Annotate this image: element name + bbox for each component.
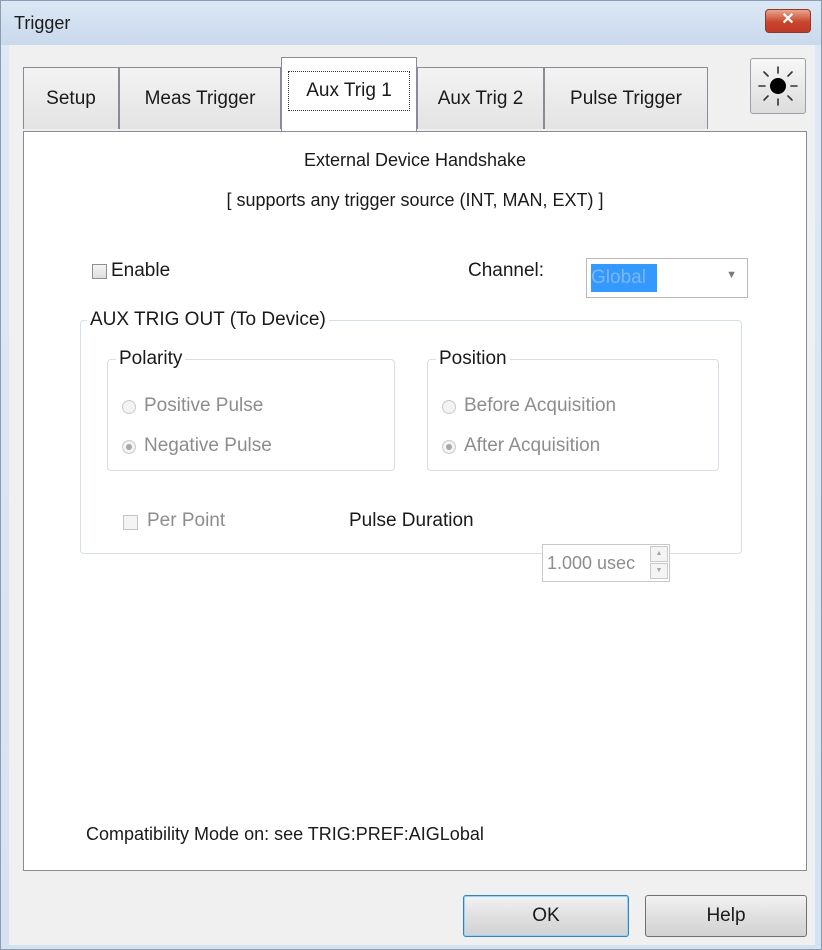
- positive-pulse-radio[interactable]: [122, 400, 136, 414]
- close-button[interactable]: ✕: [765, 9, 811, 33]
- before-acquisition-radio[interactable]: [442, 400, 456, 414]
- pulse-duration-stepper[interactable]: 1.000 usec ▲ ▼: [542, 544, 670, 582]
- help-button-label: Help: [706, 905, 746, 926]
- after-acquisition-label[interactable]: After Acquisition: [464, 435, 600, 457]
- enable-label[interactable]: Enable: [111, 260, 170, 282]
- before-acquisition-label[interactable]: Before Acquisition: [464, 395, 616, 417]
- tab-focus-rect: Aux Trig 1: [288, 71, 410, 111]
- display-toggle-button[interactable]: [750, 58, 806, 114]
- positive-pulse-label[interactable]: Positive Pulse: [144, 395, 263, 417]
- tab-aux-trig-2[interactable]: Aux Trig 2: [417, 67, 544, 129]
- stepper-buttons: ▲ ▼: [650, 546, 668, 580]
- stepper-down-icon[interactable]: ▼: [650, 563, 668, 579]
- per-point-checkbox[interactable]: [123, 515, 138, 530]
- tab-aux-trig-1[interactable]: Aux Trig 1: [281, 57, 417, 131]
- close-icon: ✕: [781, 11, 795, 28]
- aux-trig-out-group: AUX TRIG OUT (To Device) Polarity Positi…: [80, 309, 742, 554]
- channel-select[interactable]: Global ▼: [586, 258, 748, 298]
- per-point-label[interactable]: Per Point: [147, 510, 225, 532]
- sun-icon: [758, 66, 798, 106]
- help-button[interactable]: Help: [645, 895, 807, 937]
- chevron-down-icon: ▼: [726, 269, 737, 281]
- polarity-title: Polarity: [116, 348, 186, 370]
- panel-heading: External Device Handshake: [303, 150, 527, 170]
- negative-pulse-radio[interactable]: [122, 440, 136, 454]
- stepper-up-icon[interactable]: ▲: [650, 546, 668, 562]
- polarity-group: Polarity Positive Pulse Negative Pulse: [107, 348, 395, 471]
- position-title: Position: [436, 348, 510, 370]
- dialog-client-area: Setup Meas Trigger Aux Trig 1 Aux Trig 2…: [9, 45, 815, 945]
- channel-select-value: Global: [591, 264, 657, 292]
- aux-trig-out-title: AUX TRIG OUT (To Device): [87, 309, 329, 331]
- title-bar[interactable]: Trigger ✕: [1, 1, 821, 45]
- trigger-dialog: Trigger ✕ Setup Meas Trigger Aux Trig 1 …: [0, 0, 822, 950]
- ok-button[interactable]: OK: [463, 895, 629, 937]
- pulse-duration-value: 1.000 usec: [547, 553, 636, 573]
- window-title: Trigger: [14, 13, 71, 33]
- tab-label: Setup: [46, 88, 96, 109]
- enable-checkbox[interactable]: [92, 264, 107, 279]
- tab-setup[interactable]: Setup: [23, 67, 119, 129]
- position-group: Position Before Acquisition After Acquis…: [427, 348, 719, 471]
- tab-pulse-trigger[interactable]: Pulse Trigger: [544, 67, 708, 129]
- aux-trig-1-panel: External Device Handshake [ supports any…: [23, 131, 807, 871]
- tab-label: Aux Trig 1: [306, 80, 392, 101]
- tab-label: Meas Trigger: [144, 88, 256, 109]
- tab-label: Pulse Trigger: [570, 88, 682, 109]
- compatibility-note: Compatibility Mode on: see TRIG:PREF:AIG…: [86, 824, 484, 844]
- pulse-duration-label: Pulse Duration: [349, 510, 474, 531]
- panel-subheading: [ supports any trigger source (INT, MAN,…: [226, 190, 604, 210]
- channel-label: Channel:: [468, 260, 545, 281]
- after-acquisition-radio[interactable]: [442, 440, 456, 454]
- tab-label: Aux Trig 2: [437, 88, 524, 109]
- ok-button-label: OK: [532, 905, 560, 926]
- negative-pulse-label[interactable]: Negative Pulse: [144, 435, 272, 457]
- tab-meas-trigger[interactable]: Meas Trigger: [119, 67, 281, 129]
